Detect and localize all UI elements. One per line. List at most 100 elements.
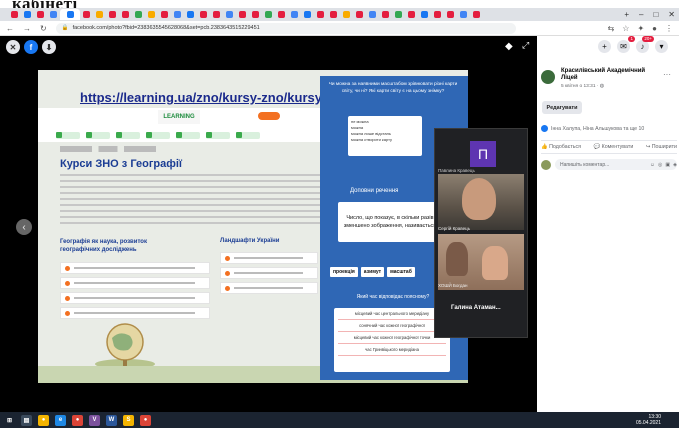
browser-tab[interactable]	[392, 9, 405, 20]
browser-tab[interactable]	[34, 9, 47, 20]
browser-tab[interactable]	[418, 9, 431, 20]
system-clock[interactable]: 13:30 05.04.2021	[636, 414, 661, 426]
forward-icon[interactable]: →	[23, 24, 31, 33]
browser-tab[interactable]	[288, 9, 301, 20]
lesson-item	[60, 292, 210, 304]
post-timestamp[interactable]: 5 квітня о 13:31 · ◍	[561, 84, 604, 89]
notifications-badge: 20+	[642, 36, 654, 42]
star-icon[interactable]: ☆	[622, 24, 629, 33]
tab-favicon-icon	[343, 11, 350, 18]
extensions-icon[interactable]: ✦	[637, 24, 644, 33]
new-tab-button[interactable]: +	[624, 10, 629, 19]
minimize-button[interactable]: –	[639, 10, 643, 19]
emoji-icon[interactable]: ☺	[650, 162, 655, 168]
taskbar-app-icon[interactable]: ●	[72, 414, 83, 426]
browser-tab[interactable]	[171, 9, 184, 20]
word-chip[interactable]: масштаб	[387, 267, 415, 277]
browser-tab[interactable]	[327, 9, 340, 20]
browser-tab[interactable]	[301, 9, 314, 20]
quiz-option[interactable]: сонячний час кожної географічної	[338, 323, 446, 332]
browser-tab[interactable]	[184, 9, 197, 20]
browser-tab[interactable]	[8, 9, 21, 20]
share-button[interactable]: ↪ Поширити	[646, 144, 677, 150]
fullscreen-icon[interactable]: ⤢	[522, 40, 529, 51]
browser-tab[interactable]	[197, 9, 210, 20]
taskbar-app-icon[interactable]: ▤	[21, 414, 32, 426]
taskbar-app-icon[interactable]: S	[123, 414, 134, 426]
messenger-icon[interactable]: ✉ 1	[617, 36, 635, 53]
browser-tab[interactable]	[47, 9, 60, 20]
quiz-option[interactable]: можна створити карту	[351, 137, 419, 143]
quiz-option[interactable]: місцевий час центрального меридіану	[338, 311, 446, 320]
share-icon: ↪	[645, 144, 651, 150]
reactions-summary[interactable]: Інна Халупа, Ніна Альшукова та ще 10	[541, 125, 644, 132]
page-avatar[interactable]	[541, 70, 555, 84]
notifications-icon[interactable]: ♪ 20+	[636, 36, 654, 53]
comment-button[interactable]: 💬 Коментувати	[594, 144, 634, 150]
browser-tab[interactable]	[119, 9, 132, 20]
browser-tab[interactable]	[236, 9, 249, 20]
taskbar-app-icon[interactable]: ●	[38, 414, 49, 426]
browser-tab[interactable]	[106, 9, 119, 20]
sticker-icon[interactable]: ◈	[673, 162, 677, 168]
tab-favicon-icon	[447, 11, 454, 18]
tag-icon[interactable]: ◆	[505, 41, 513, 52]
browser-tab[interactable]	[379, 9, 392, 20]
taskbar-app-icon[interactable]: e	[55, 414, 66, 426]
comment-input[interactable]: Напишіть коментар... ☺ ◎ ▣ ◈	[555, 159, 677, 170]
translate-icon[interactable]: ⇆	[608, 24, 615, 33]
browser-tab[interactable]	[210, 9, 223, 20]
tab-favicon-icon	[330, 11, 337, 18]
facebook-logo-icon[interactable]: f	[24, 40, 38, 54]
taskbar-app-icon[interactable]: ●	[140, 414, 151, 426]
quiz-option[interactable]: час Гринвіцького меридіана	[338, 347, 446, 356]
menu-icon[interactable]: ⋮	[665, 24, 673, 33]
download-button[interactable]: ⬇	[42, 40, 56, 54]
back-icon[interactable]: ←	[6, 24, 14, 33]
page-name[interactable]: Красилівський Академічний Ліцей	[561, 68, 651, 82]
browser-tab[interactable]	[353, 9, 366, 20]
browser-tab[interactable]	[249, 9, 262, 20]
like-button[interactable]: 👍 Подобається	[541, 144, 581, 150]
maximize-button[interactable]: □	[653, 10, 658, 19]
quiz-option[interactable]: місцевий час кожної географічної точки	[338, 335, 446, 344]
site-subject-nav	[38, 128, 328, 142]
comment-composer: Напишіть коментар... ☺ ◎ ▣ ◈	[541, 159, 677, 170]
browser-tab[interactable]	[457, 9, 470, 20]
browser-tab[interactable]	[340, 9, 353, 20]
word-chip[interactable]: проекція	[330, 267, 358, 277]
browser-tab[interactable]	[444, 9, 457, 20]
browser-tab[interactable]	[93, 9, 106, 20]
gif-icon[interactable]: ▣	[665, 162, 670, 168]
close-viewer-button[interactable]: ✕	[6, 40, 20, 54]
browser-tab[interactable]	[21, 9, 34, 20]
create-icon[interactable]: +	[598, 40, 611, 53]
edit-button[interactable]: Редагувати	[542, 101, 582, 114]
browser-tab[interactable]	[80, 9, 93, 20]
profile-icon[interactable]: ●	[652, 24, 657, 33]
browser-tab[interactable]	[158, 9, 171, 20]
taskbar-app-icon[interactable]: V	[89, 414, 100, 426]
browser-tab[interactable]	[314, 9, 327, 20]
word-chip[interactable]: азимут	[360, 267, 385, 277]
account-icon[interactable]: ▾	[655, 40, 668, 53]
taskbar-app-icon[interactable]: W	[106, 414, 117, 426]
browser-tab[interactable]	[145, 9, 158, 20]
camera-icon[interactable]: ◎	[658, 162, 662, 168]
taskbar-app-icon[interactable]: ⊞	[4, 414, 15, 426]
browser-tab[interactable]	[470, 9, 483, 20]
browser-tab[interactable]	[262, 9, 275, 20]
previous-photo-button[interactable]: ‹	[16, 219, 32, 235]
browser-tab[interactable]	[405, 9, 418, 20]
browser-tab[interactable]	[223, 9, 236, 20]
browser-tab[interactable]	[366, 9, 379, 20]
address-bar[interactable]: 🔒 facebook.com/photo?fbid=23836355456280…	[55, 22, 516, 34]
browser-tab[interactable]	[60, 9, 80, 20]
browser-tab[interactable]	[132, 9, 145, 20]
reload-icon[interactable]: ↻	[40, 24, 47, 33]
close-window-button[interactable]: ✕	[668, 10, 675, 19]
more-options-icon[interactable]: ···	[663, 70, 671, 79]
browser-tab[interactable]	[275, 9, 288, 20]
browser-tab[interactable]	[431, 9, 444, 20]
lock-icon: 🔒	[61, 25, 69, 31]
